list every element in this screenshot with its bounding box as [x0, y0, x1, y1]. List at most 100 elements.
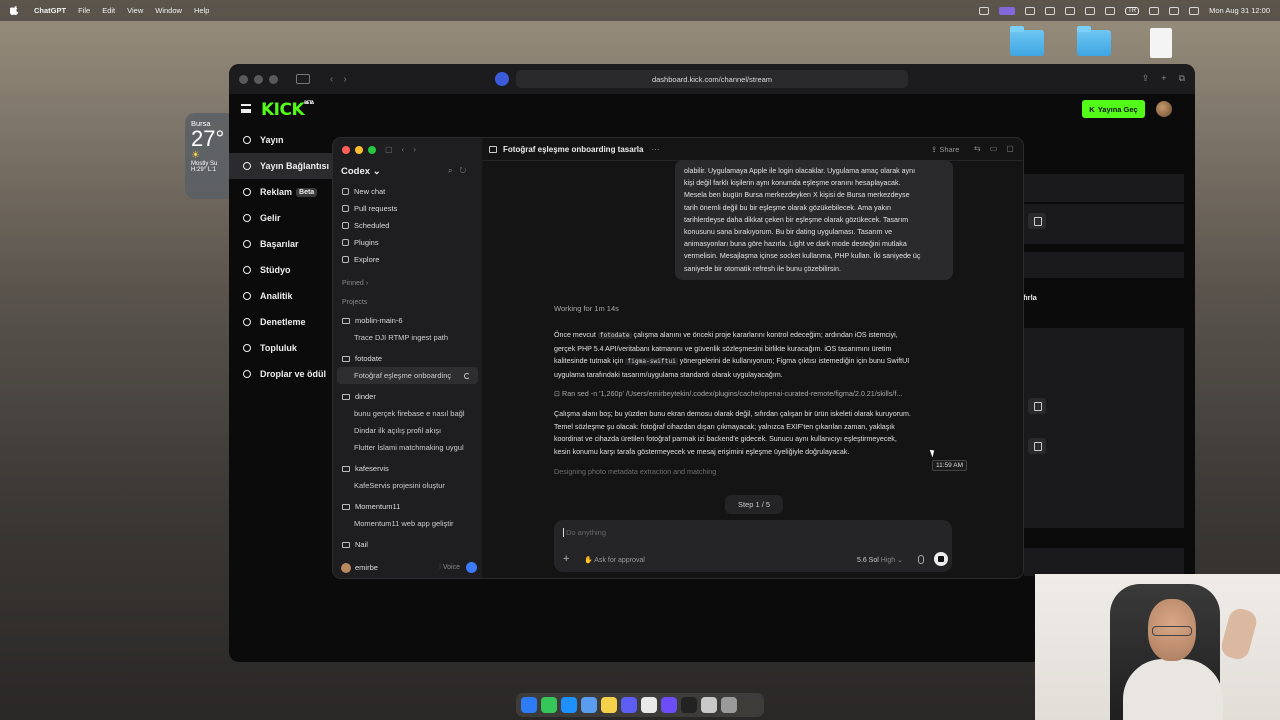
- display-icon[interactable]: [1105, 6, 1116, 15]
- minimize-window-button[interactable]: [355, 146, 363, 154]
- nav-item-analitik[interactable]: Analitik: [229, 283, 334, 309]
- search-icon[interactable]: [1169, 6, 1180, 15]
- sidebar-toggle-icon[interactable]: [296, 74, 310, 84]
- tab-overview-icon[interactable]: ⧉: [1179, 73, 1185, 84]
- more-options-icon[interactable]: ···: [651, 145, 659, 154]
- command-log[interactable]: ⊡ Ran sed -n '1,260p' /Users/emirbeyteki…: [554, 389, 954, 398]
- new-tab-icon[interactable]: +: [1161, 73, 1166, 84]
- notes-icon[interactable]: [601, 697, 617, 713]
- menu-view[interactable]: View: [127, 6, 143, 15]
- messages-icon[interactable]: [541, 697, 557, 713]
- prompt-input[interactable]: Do anything: [563, 528, 606, 537]
- close-window-button[interactable]: [239, 74, 248, 84]
- minimize-window-button[interactable]: [254, 74, 263, 84]
- menubar-app-icon[interactable]: [979, 6, 990, 15]
- step-indicator[interactable]: Step 1 / 5: [725, 495, 783, 514]
- desktop-folder-icon[interactable]: [1010, 26, 1044, 56]
- copy-icon[interactable]: [1028, 398, 1046, 414]
- avatar[interactable]: [1156, 101, 1172, 117]
- sidebar-item-explore[interactable]: Explore: [333, 251, 482, 268]
- slack-icon[interactable]: [641, 697, 657, 713]
- menu-help[interactable]: Help: [194, 6, 209, 15]
- keyboard-layout-badge[interactable]: TR: [1125, 6, 1140, 15]
- avatar[interactable]: [341, 562, 351, 573]
- volume-icon[interactable]: [1065, 6, 1076, 15]
- menubar-clock[interactable]: Mon Aug 31 12:00: [1209, 6, 1270, 15]
- model-selector[interactable]: 5.6 Sol High ⌄: [857, 556, 903, 564]
- chat-item[interactable]: Flutter İslami matchmaking uygul: [333, 439, 482, 456]
- trash-icon[interactable]: [721, 697, 737, 713]
- user-name[interactable]: emirbe: [355, 563, 378, 572]
- sidebar-item-pull-requests[interactable]: Pull requests: [333, 200, 482, 217]
- nav-item-topluluk[interactable]: Topluluk: [229, 335, 334, 361]
- nav-item-yayin-baglantisi[interactable]: Yayın Bağlantısı: [229, 153, 334, 179]
- copy-icon[interactable]: [1028, 213, 1046, 229]
- chat-item[interactable]: Trace DJI RTMP ingest path: [333, 329, 482, 346]
- chat-item[interactable]: Momentum11 web app geliştir: [333, 515, 482, 532]
- menu-app-name[interactable]: ChatGPT: [34, 6, 66, 15]
- address-bar[interactable]: dashboard.kick.com/channel/stream: [516, 70, 908, 88]
- project-folder[interactable]: kafeservis: [333, 460, 482, 477]
- document-dock-icon[interactable]: [701, 697, 717, 713]
- desktop-document-icon[interactable]: [1150, 28, 1172, 58]
- status-indicator-icon[interactable]: [466, 562, 477, 573]
- chat-item[interactable]: bunu gerçek firebase e nasıl bağl: [333, 405, 482, 422]
- nav-item-reklam[interactable]: Reklam Beta: [229, 179, 334, 205]
- sidebar-search-refresh[interactable]: ⌕↻: [448, 166, 473, 176]
- apple-icon[interactable]: [10, 5, 22, 17]
- nav-item-basarilar[interactable]: Başarılar: [229, 231, 334, 257]
- voice-button[interactable]: ⫶ Voice: [439, 564, 460, 572]
- microphone-icon[interactable]: [918, 555, 924, 564]
- approval-mode-button[interactable]: ✋ Ask for approval: [584, 556, 645, 564]
- project-folder[interactable]: fotodate: [333, 350, 482, 367]
- wifi-icon[interactable]: [1149, 6, 1160, 15]
- mail-icon[interactable]: [581, 697, 597, 713]
- pause-icon[interactable]: [1045, 6, 1056, 15]
- kick-logo[interactable]: KICKBETA: [261, 100, 314, 120]
- menu-edit[interactable]: Edit: [102, 6, 115, 15]
- chat-item-active[interactable]: Fotoğraf eşleşme onboardinç: [337, 367, 478, 384]
- sidebar-item-plugins[interactable]: Plugins: [333, 234, 482, 251]
- sidebar-item-scheduled[interactable]: Scheduled: [333, 217, 482, 234]
- pinned-section[interactable]: Pinned ›: [333, 274, 482, 293]
- chat-item[interactable]: Dindar ilk açılış profil akışı: [333, 422, 482, 439]
- sidebar-top-icons[interactable]: ▢‹›: [385, 145, 425, 154]
- safari-icon[interactable]: [561, 697, 577, 713]
- settings-icon[interactable]: [1025, 6, 1036, 15]
- zoom-window-button[interactable]: [368, 146, 376, 154]
- menu-window[interactable]: Window: [155, 6, 182, 15]
- workspace-switcher[interactable]: Codex ⌄: [341, 166, 381, 177]
- control-center-icon[interactable]: [1189, 6, 1200, 15]
- discord-icon[interactable]: [661, 697, 677, 713]
- menu-icon[interactable]: [241, 104, 251, 113]
- sidebar-item-new-chat[interactable]: New chat: [333, 183, 482, 200]
- extension-icon[interactable]: [495, 72, 509, 86]
- share-icon[interactable]: ⇪: [1142, 73, 1150, 84]
- chat-item[interactable]: KafeServis projesini oluştur: [333, 477, 482, 494]
- codex-dock-icon[interactable]: [681, 697, 697, 713]
- project-folder[interactable]: Nail: [333, 536, 482, 553]
- battery-icon[interactable]: [1085, 6, 1096, 15]
- zoom-window-button[interactable]: [269, 74, 278, 84]
- project-folder[interactable]: moblin-main-6: [333, 312, 482, 329]
- nav-item-gelir[interactable]: Gelir: [229, 205, 334, 231]
- composer[interactable]: Do anything + ✋ Ask for approval 5.6 Sol…: [554, 520, 952, 572]
- nav-item-studyo[interactable]: Stüdyo: [229, 257, 334, 283]
- add-attachment-button[interactable]: +: [563, 553, 569, 565]
- share-button[interactable]: ⇪ Share: [931, 145, 959, 154]
- stop-button[interactable]: [934, 552, 948, 566]
- close-window-button[interactable]: [342, 146, 350, 154]
- nav-item-yayin[interactable]: Yayın: [229, 127, 334, 153]
- menu-file[interactable]: File: [78, 6, 90, 15]
- header-tools[interactable]: ⇆▭▢: [974, 144, 1023, 153]
- back-forward-icons[interactable]: ‹›: [330, 74, 357, 85]
- project-folder[interactable]: Momentum11: [333, 498, 482, 515]
- finder-icon[interactable]: [521, 697, 537, 713]
- project-folder[interactable]: dinder: [333, 388, 482, 405]
- nav-item-droplar[interactable]: Droplar ve ödül: [229, 361, 334, 387]
- nav-item-denetleme[interactable]: Denetleme: [229, 309, 334, 335]
- working-status[interactable]: Working for 1m 14s: [554, 304, 619, 313]
- screen-record-icon[interactable]: [999, 6, 1016, 15]
- copy-icon[interactable]: [1028, 438, 1046, 454]
- desktop-folder-icon[interactable]: [1077, 26, 1111, 56]
